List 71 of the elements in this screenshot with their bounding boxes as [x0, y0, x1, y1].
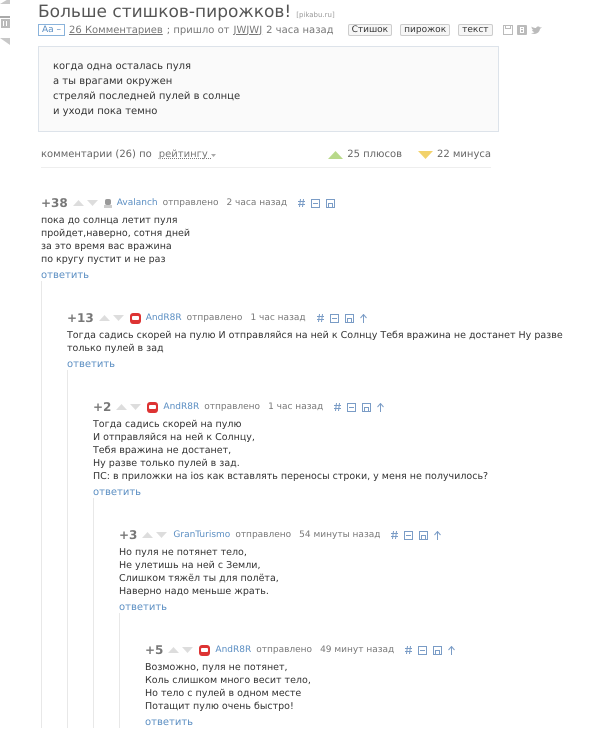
comment-rating: +5 [145, 643, 164, 657]
collapse-icon[interactable] [330, 314, 339, 322]
comments-link[interactable]: 26 Комментариев [69, 24, 163, 36]
comment-time: 54 минуты назад [299, 530, 380, 540]
save-icon[interactable] [502, 25, 513, 35]
save-icon[interactable] [433, 646, 442, 654]
comment-time: 49 минут назад [320, 645, 394, 655]
parent-arrow-icon[interactable] [377, 402, 384, 412]
permalink-icon[interactable] [316, 314, 324, 322]
tag[interactable]: пирожок [400, 24, 450, 36]
comment-text: Возможно, пуля не потянет, Коль слишком много весит тело, Но тело с пулей в одном месте Потащит пулю очень быстро! [145, 661, 312, 713]
reply-link[interactable]: ответить [145, 717, 194, 728]
upvote-icon [328, 150, 344, 158]
tag[interactable]: текст [458, 24, 493, 36]
minus-count: 22 минуса [436, 149, 491, 160]
downvote-icon [418, 150, 433, 158]
comment-time: 2 часа назад [226, 198, 288, 208]
comment-time: 1 час назад [268, 402, 324, 412]
trash-icon[interactable] [0, 14, 10, 28]
collapse-icon[interactable] [311, 198, 320, 208]
sent-label: отправлено [204, 402, 260, 412]
sent-label: отправлено [162, 198, 218, 208]
save-icon[interactable] [326, 198, 336, 208]
reply-link[interactable]: ответить [67, 359, 116, 370]
comment-rating: +3 [119, 528, 138, 542]
post-title: Больше стишков-пирожков! [38, 2, 292, 22]
parent-arrow-icon[interactable] [360, 314, 367, 322]
sent-label: отправлено [186, 313, 242, 323]
comment-text: Тогда садись скорей на пулю И отправляйся на ней к Солнцу, Тебя вражина не достанет, Ну разве только пулей в зад. ПС: в приложки на ios как вставлять переносы строки, у меня не получилось? [93, 418, 490, 483]
comment-text: Тогда садись скорей на пулю И отправляйся на ней к Солнцу Тебя вражина не достанет Ну разве только пулей в зад [67, 329, 564, 355]
comment-text: Но пуля не потянет тело, Не улетишь на ней с Земли, Слишком тяжёл ты для полёта, Наверно надо меньше жрать. [119, 546, 280, 598]
author-link[interactable]: JWJWJ [234, 24, 262, 36]
caret-icon [211, 154, 216, 157]
post-text: когда одна осталась пуля а ты врагами окружен стреляй последней пулей в солнце и уходи пока темно [53, 60, 242, 119]
save-icon[interactable] [419, 530, 428, 540]
reply-link[interactable]: ответить [41, 270, 90, 281]
collapse-icon[interactable] [418, 646, 428, 654]
post-time: 2 часа назад [266, 24, 334, 36]
permalink-icon[interactable] [334, 403, 342, 411]
reply-link[interactable]: ответить [119, 602, 168, 613]
from-label: ; пришло от [166, 24, 230, 36]
plus-count: 25 плюсов [347, 149, 402, 160]
comment-rating: +38 [41, 196, 68, 210]
comments-count-label: комментарии (26) по [41, 149, 152, 160]
font-size-toggle[interactable]: Aa – [38, 24, 66, 36]
sent-label: отправлено [256, 645, 312, 655]
sort-dropdown[interactable]: рейтингу [158, 149, 216, 160]
save-icon[interactable] [344, 314, 354, 322]
comment-author[interactable]: AndR8R [215, 645, 252, 655]
comment-author[interactable]: GranTurismo [173, 530, 230, 540]
vk-icon[interactable] [516, 25, 527, 35]
collapse-icon[interactable] [404, 530, 414, 540]
collapse-icon[interactable] [347, 402, 356, 412]
permalink-icon[interactable] [298, 199, 306, 207]
tag[interactable]: Стишок [348, 24, 392, 36]
permalink-icon[interactable] [391, 531, 398, 539]
comment-author[interactable]: AndR8R [146, 313, 182, 323]
comment-author[interactable]: Avalanch [116, 198, 158, 208]
parent-arrow-icon[interactable] [448, 646, 456, 654]
parent-arrow-icon[interactable] [434, 530, 442, 540]
comment-author[interactable]: AndR8R [163, 402, 200, 412]
permalink-icon[interactable] [405, 646, 412, 654]
twitter-icon[interactable] [530, 26, 542, 34]
save-icon[interactable] [362, 402, 372, 412]
downvote-icon[interactable] [0, 38, 10, 45]
comment-rating: +2 [93, 400, 112, 414]
comment-rating: +13 [67, 311, 94, 325]
reply-link[interactable]: ответить [93, 487, 142, 498]
sent-label: отправлено [235, 530, 292, 540]
comment-time: 1 час назад [250, 313, 306, 323]
comment-text: пока до солнца летит пуля пройдет,наверно, сотня дней за это время вас вражина по кругу пустит и не раз [41, 214, 192, 266]
